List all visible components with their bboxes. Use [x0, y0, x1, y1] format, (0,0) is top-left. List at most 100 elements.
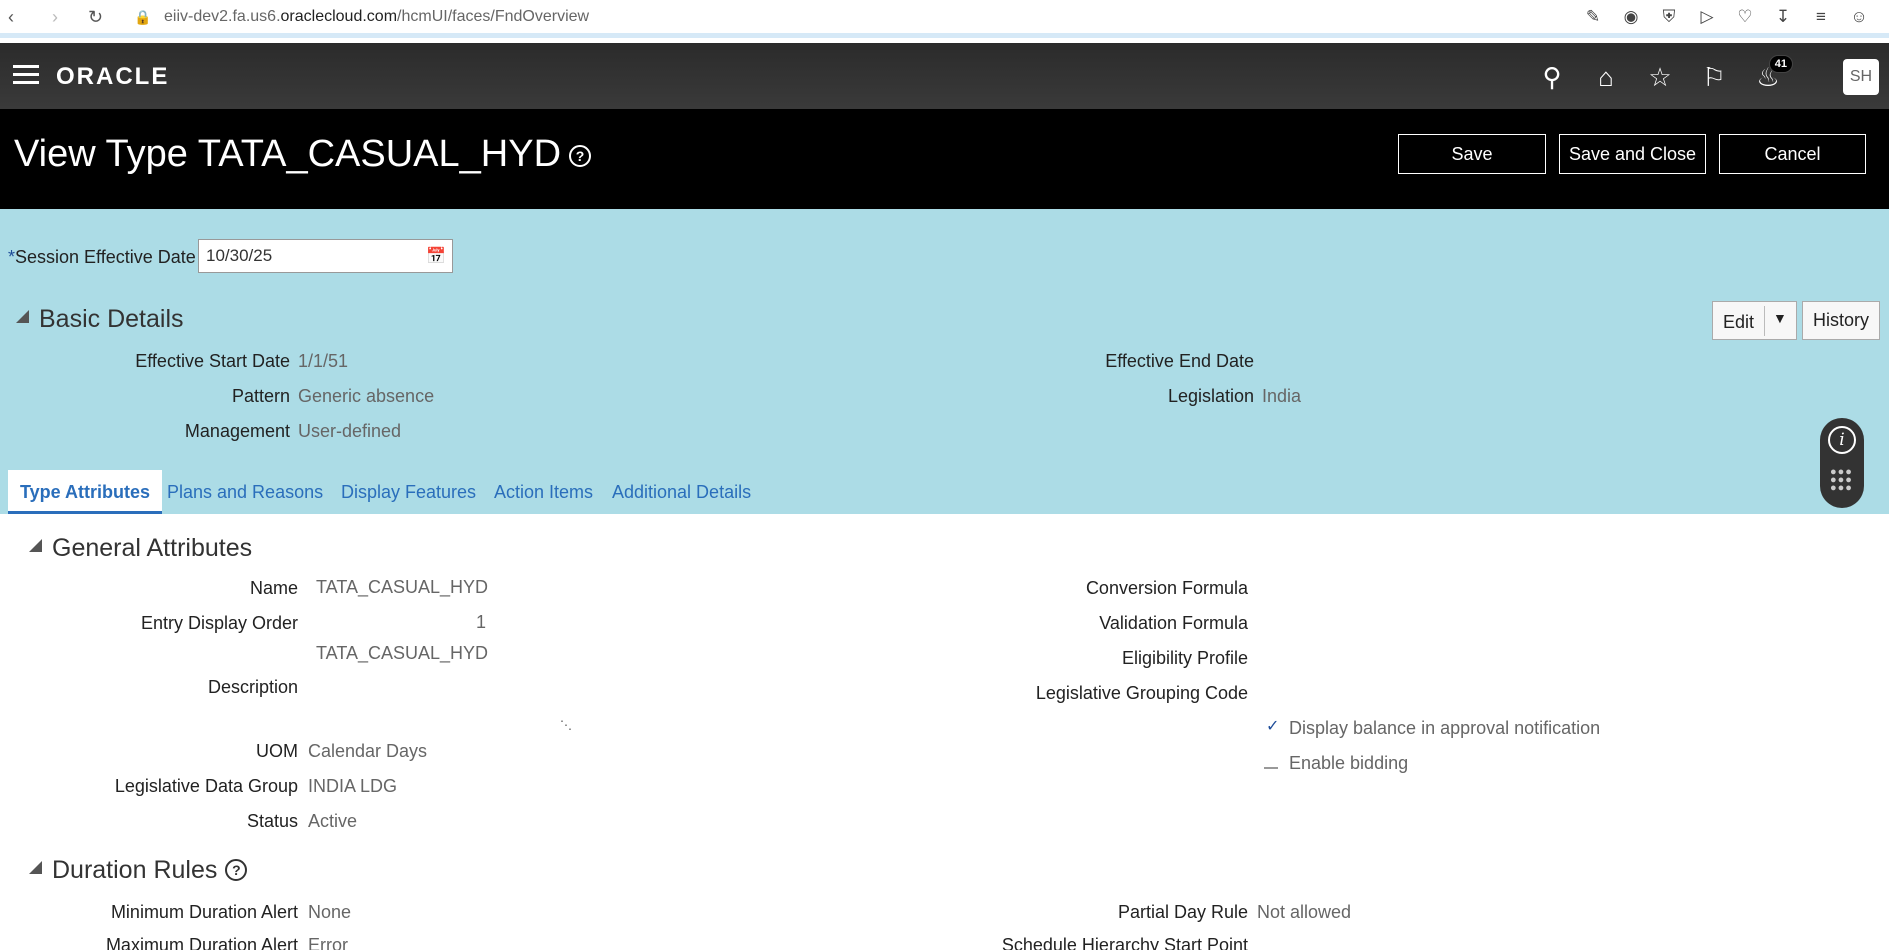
- header-icons: ⚲ ⌂ ☆ ⚐ ♨ 41: [1535, 55, 1793, 93]
- session-effective-date-label: *Session Effective Date: [8, 247, 196, 268]
- entry-display-order-value: 1: [476, 612, 487, 632]
- tab-additional-details[interactable]: Additional Details: [600, 470, 763, 514]
- tab-content: General Attributes Name TATA_CASUAL_HYD …: [9, 514, 1883, 950]
- search-icon[interactable]: ⚲: [1535, 61, 1569, 93]
- legislation-value: India: [1262, 386, 1302, 406]
- browser-toolbar: ‹ › ↻ 🔒 eiiv-dev2.fa.us6.oraclecloud.com…: [0, 0, 1889, 38]
- star-icon[interactable]: ☆: [1643, 61, 1677, 93]
- collapse-triangle-icon[interactable]: [29, 539, 42, 552]
- menu-list-icon[interactable]: ≡: [1809, 6, 1833, 28]
- effective-end-date-label: Effective End Date: [1105, 351, 1254, 371]
- flag-icon[interactable]: ⚐: [1697, 61, 1731, 93]
- status-label: Status: [246, 811, 298, 831]
- url-prefix: eiiv-dev2.fa.us6.: [164, 8, 281, 25]
- tab-type-attributes[interactable]: Type Attributes: [8, 470, 163, 514]
- management-label: Management: [184, 421, 290, 441]
- display-balance-check-icon[interactable]: ✓: [1266, 716, 1279, 736]
- edit-icon[interactable]: ✎: [1581, 6, 1605, 28]
- status-value: Active: [308, 811, 358, 831]
- address-bar[interactable]: eiiv-dev2.fa.us6.oraclecloud.com/hcmUI/f…: [164, 7, 589, 27]
- download-icon[interactable]: ↧: [1771, 6, 1795, 28]
- reload-icon[interactable]: ↻: [88, 7, 103, 27]
- minimum-duration-alert-value: None: [308, 902, 352, 922]
- pattern-value: Generic absence: [298, 386, 435, 406]
- tab-plans-and-reasons[interactable]: Plans and Reasons: [155, 470, 335, 514]
- url-path: /hcmUI/faces/FndOverview: [397, 8, 590, 25]
- page-title: View Type TATA_CASUAL_HYD?: [14, 133, 592, 176]
- edit-button[interactable]: Edit ▼: [1712, 301, 1797, 340]
- info-panel-toggle[interactable]: i ●●● ●●● ●●●: [1820, 418, 1864, 508]
- dropdown-arrow-icon[interactable]: ▼: [1773, 310, 1787, 326]
- name-value: TATA_CASUAL_HYD: [316, 577, 489, 597]
- effective-start-date-value: 1/1/51: [298, 351, 349, 371]
- calendar-icon[interactable]: 📅: [426, 246, 446, 266]
- partial-day-rule-label: Partial Day Rule: [1117, 902, 1248, 922]
- browser-extensions: ✎ ◉ ⛨ ▷ ♡ ↧ ≡ ☺: [1581, 6, 1871, 28]
- collapse-triangle-icon[interactable]: [29, 861, 42, 874]
- display-balance-label: Display balance in approval notification: [1289, 718, 1601, 738]
- legislative-data-group-value: INDIA LDG: [308, 776, 398, 796]
- play-icon[interactable]: ▷: [1695, 6, 1719, 28]
- help-icon[interactable]: ?: [225, 859, 248, 881]
- conversion-formula-label: Conversion Formula: [1085, 578, 1248, 598]
- forward-icon[interactable]: ›: [52, 7, 58, 27]
- enable-bidding-unchecked-icon[interactable]: [1264, 767, 1278, 769]
- shield-icon[interactable]: ⛨: [1657, 6, 1681, 28]
- maximum-duration-alert-label: Maximum Duration Alert: [105, 935, 298, 950]
- validation-formula-label: Validation Formula: [1099, 613, 1248, 633]
- notification-badge: 41: [1768, 55, 1793, 73]
- duration-rules-title: Duration Rules: [52, 856, 218, 884]
- name-label: Name: [249, 578, 298, 598]
- url-domain: oraclecloud.com: [280, 8, 398, 25]
- camera-icon[interactable]: ◉: [1619, 6, 1643, 28]
- textarea-resize-icon[interactable]: ⋱: [560, 718, 572, 732]
- profile-icon[interactable]: ☺: [1847, 6, 1871, 28]
- description-label: Description: [207, 677, 298, 697]
- legislative-data-group-label: Legislative Data Group: [114, 776, 298, 796]
- minimum-duration-alert-label: Minimum Duration Alert: [110, 902, 298, 922]
- duration-rules-header[interactable]: Duration Rules?: [29, 856, 248, 885]
- basic-details-title: Basic Details: [39, 305, 184, 333]
- global-header: ORACLE ⚲ ⌂ ☆ ⚐ ♨ 41 SH: [0, 43, 1889, 109]
- tab-action-items[interactable]: Action Items: [482, 470, 605, 514]
- enable-bidding-label: Enable bidding: [1289, 753, 1409, 773]
- home-icon[interactable]: ⌂: [1589, 61, 1623, 93]
- info-icon[interactable]: i: [1828, 426, 1856, 454]
- basic-details-header[interactable]: Basic Details: [16, 305, 184, 334]
- cancel-button[interactable]: Cancel: [1719, 134, 1866, 174]
- back-icon[interactable]: ‹: [8, 7, 14, 27]
- hamburger-menu-icon[interactable]: [13, 65, 39, 85]
- management-value: User-defined: [298, 421, 402, 441]
- notifications-bell-icon[interactable]: ♨ 41: [1751, 55, 1793, 93]
- tab-display-features[interactable]: Display Features: [329, 470, 488, 514]
- session-effective-date-value: 10/30/25: [206, 246, 273, 265]
- save-and-close-button[interactable]: Save and Close: [1559, 134, 1706, 174]
- heart-icon[interactable]: ♡: [1733, 6, 1757, 28]
- uom-label: UOM: [256, 741, 298, 761]
- session-effective-date-input[interactable]: 10/30/25 📅: [198, 239, 453, 273]
- pattern-label: Pattern: [231, 386, 290, 406]
- legislative-grouping-code-label: Legislative Grouping Code: [1035, 683, 1248, 703]
- page-header-region: *Session Effective Date 10/30/25 📅 Basic …: [0, 209, 1889, 514]
- collapse-triangle-icon[interactable]: [16, 310, 29, 323]
- page-title-bar: View Type TATA_CASUAL_HYD? Save Save and…: [0, 109, 1889, 209]
- user-avatar[interactable]: SH: [1843, 59, 1879, 95]
- edit-label: Edit: [1723, 312, 1755, 332]
- general-attributes-title: General Attributes: [52, 534, 253, 562]
- schedule-hierarchy-start-point-label: Schedule Hierarchy Start Point: [1001, 935, 1248, 950]
- keypad-icon[interactable]: ●●● ●●● ●●●: [1830, 467, 1854, 494]
- session-effective-date-label-text: Session Effective Date: [15, 247, 196, 267]
- lock-icon: 🔒: [134, 9, 152, 25]
- description-value: TATA_CASUAL_HYD: [316, 643, 489, 663]
- uom-value: Calendar Days: [308, 741, 428, 761]
- general-attributes-header[interactable]: General Attributes: [29, 534, 252, 563]
- oracle-logo[interactable]: ORACLE: [56, 63, 169, 91]
- effective-start-date-label: Effective Start Date: [135, 351, 290, 371]
- partial-day-rule-value: Not allowed: [1257, 902, 1352, 922]
- entry-display-order-label: Entry Display Order: [140, 613, 298, 633]
- help-icon[interactable]: ?: [569, 144, 592, 167]
- eligibility-profile-label: Eligibility Profile: [1121, 648, 1248, 668]
- history-button[interactable]: History: [1802, 301, 1880, 340]
- save-button[interactable]: Save: [1398, 134, 1546, 174]
- maximum-duration-alert-value: Error: [308, 935, 348, 950]
